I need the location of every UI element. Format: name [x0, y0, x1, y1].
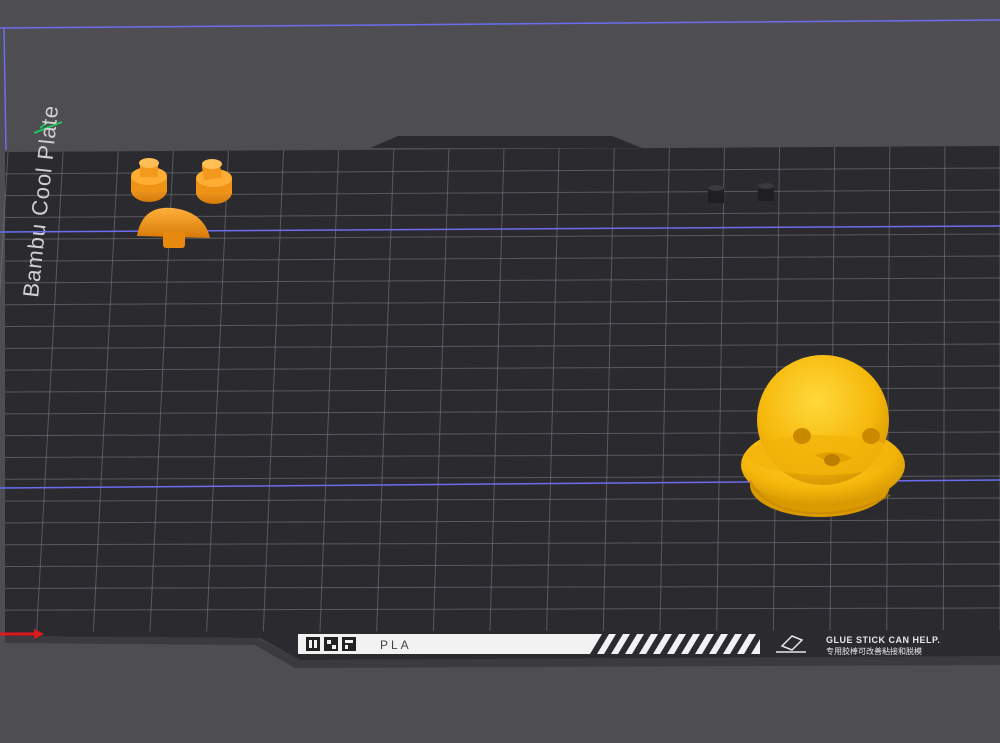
- duck-beak-hole: [824, 454, 840, 466]
- duck-eye-right: [862, 428, 880, 444]
- bed-top-tab: [370, 136, 642, 148]
- glue-hint-cn: 专用胶棒可改善粘接和脱模: [826, 646, 922, 656]
- plate-material-label: PLA: [380, 638, 412, 652]
- duck-eye-left: [793, 428, 811, 444]
- 3d-viewport[interactable]: Bambu Cool Plate PLA GLUE STICK CAN HELP…: [0, 0, 1000, 743]
- object-dark-pin-right[interactable]: [758, 183, 774, 201]
- object-dark-pin-left[interactable]: [708, 185, 724, 203]
- hazard-stripes: [590, 634, 763, 654]
- bambu-logo-icon: [306, 637, 356, 651]
- glue-hint-en: GLUE STICK CAN HELP.: [826, 635, 940, 645]
